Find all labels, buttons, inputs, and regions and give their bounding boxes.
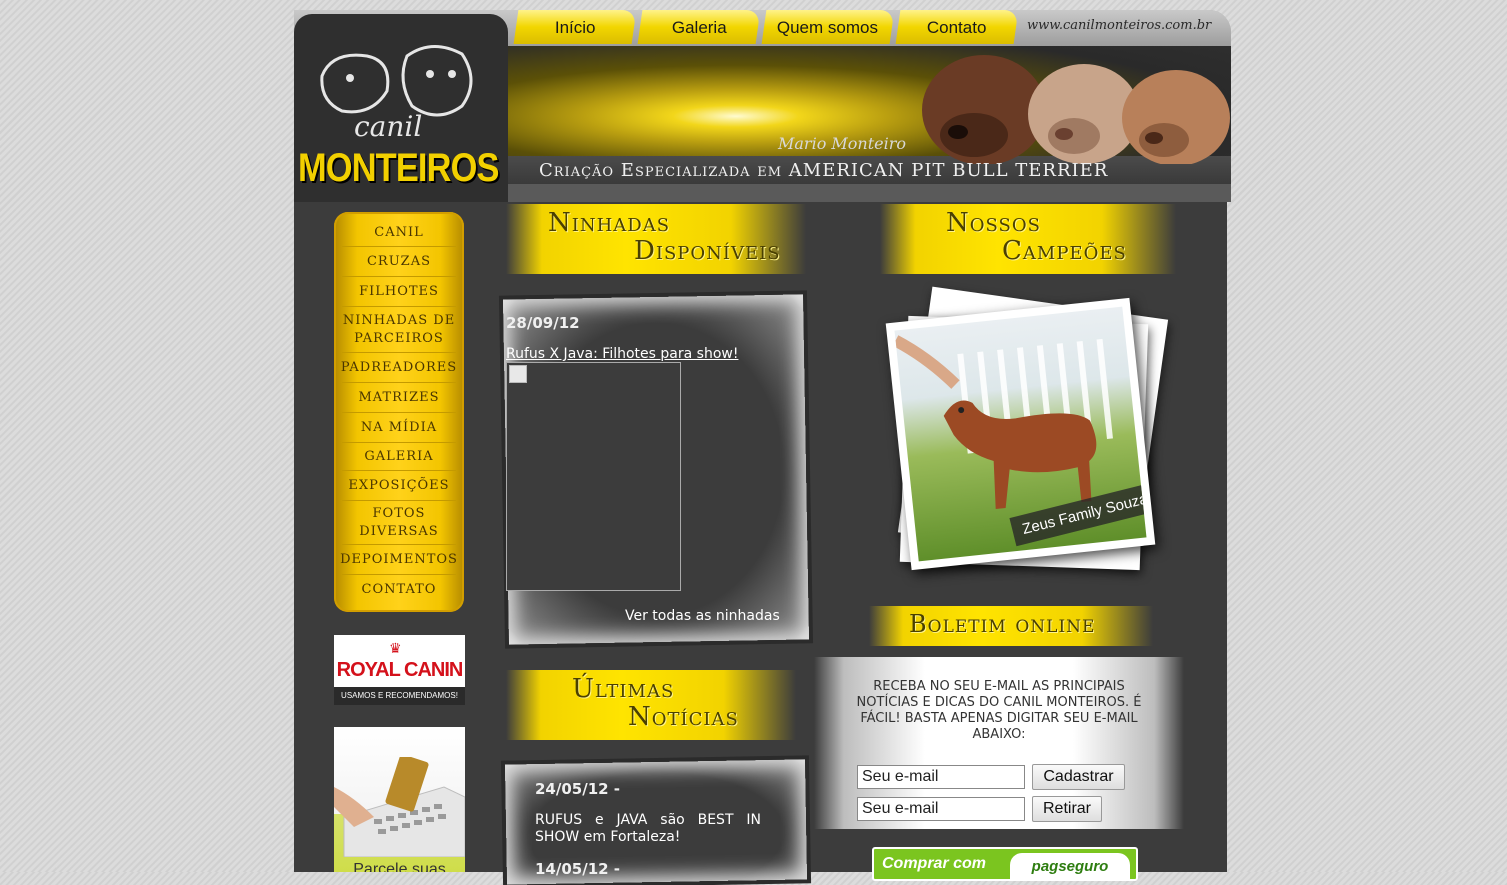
nav-tab-quem-somos[interactable]: Quem somos xyxy=(761,10,895,44)
noticias-heading-line1: Últimas xyxy=(572,674,675,704)
ninhadas-heading-line1: Ninhadas xyxy=(548,208,671,238)
sidebar-item-contato[interactable]: CONTATO xyxy=(342,576,456,604)
owner-signature: Mario Monteiro xyxy=(778,134,907,153)
royal-canin-tagline: USAMOS E RECOMENDAMOS! xyxy=(341,691,458,700)
laptop-card-icon xyxy=(334,757,465,857)
sidebar-menu: CANIL CRUZAS FILHOTES NINHADAS DE PARCEI… xyxy=(334,212,464,612)
ninhada-image[interactable] xyxy=(506,362,681,591)
unsubscribe-email-input[interactable]: Seu e-mail xyxy=(857,797,1025,821)
ninhada-title-link[interactable]: Rufus X Java: Filhotes para show! xyxy=(506,346,796,362)
sidebar-item-na-midia[interactable]: NA MÍDIA xyxy=(342,414,456,443)
subscribe-button[interactable]: Cadastrar xyxy=(1032,764,1125,790)
payment-ad-banner[interactable]: Parcele suas xyxy=(334,727,465,872)
noticias-heading-line2: Notícias xyxy=(628,702,739,732)
header-slogan: Criação Especializada em AMERICAN PIT BU… xyxy=(539,160,1109,181)
pagseguro-label: Comprar com xyxy=(882,855,987,872)
sidebar-item-matrizes[interactable]: MATRIZES xyxy=(342,384,456,413)
pagseguro-logo: pagseguro xyxy=(1010,853,1130,879)
site-url: www.canilmonteiros.com.br xyxy=(1027,18,1212,33)
site-logo[interactable]: canil MONTEIROS xyxy=(294,14,508,202)
header-bottom-strip xyxy=(469,184,1231,202)
boletim-heading: Boletim online xyxy=(869,606,1153,646)
sidebar-item-depoimentos[interactable]: DEPOIMENTOS xyxy=(340,546,457,575)
payment-ad-text: Parcele suas xyxy=(353,861,446,872)
sidebar-item-filhotes[interactable]: FILHOTES xyxy=(342,278,456,307)
pagseguro-button[interactable]: Comprar com pagseguro xyxy=(872,847,1138,881)
site-container: canil MONTEIROS Início Galeria Quem somo… xyxy=(294,10,1231,885)
sidebar-item-cruzas[interactable]: CRUZAS xyxy=(342,248,456,277)
champion-photo-inner: Zeus Family Souza xyxy=(894,306,1147,562)
sidebar-item-exposicoes[interactable]: EXPOSIÇÕES xyxy=(342,472,456,501)
boletim-heading-text: Boletim online xyxy=(909,610,1096,638)
ninhadas-heading: Ninhadas Disponíveis xyxy=(506,204,806,274)
newsletter-email-input[interactable]: Seu e-mail xyxy=(857,765,1025,789)
unsubscribe-button[interactable]: Retirar xyxy=(1032,796,1102,822)
campeoes-heading: Nossos Campeões xyxy=(880,204,1176,274)
royal-canin-banner[interactable]: ♛ ROYAL CANIN USAMOS E RECOMENDAMOS! xyxy=(334,635,465,705)
royal-canin-brand: ROYAL CANIN xyxy=(336,659,464,681)
header: canil MONTEIROS Início Galeria Quem somo… xyxy=(294,10,1231,202)
main-content: CANIL CRUZAS FILHOTES NINHADAS DE PARCEI… xyxy=(294,202,1227,885)
noticias-content: 24/05/12 - RUFUS e JAVA são BEST IN SHOW… xyxy=(535,780,761,878)
news-date: 14/05/12 - xyxy=(535,860,621,878)
campeoes-heading-line1: Nossos xyxy=(946,208,1041,238)
news-body[interactable]: RUFUS e JAVA são BEST IN SHOW em Fortale… xyxy=(535,812,761,846)
logo-monteiros-text: MONTEIROS xyxy=(298,146,499,190)
sidebar-item-canil[interactable]: CANIL xyxy=(342,220,456,247)
see-all-litters-link[interactable]: Ver todas as ninhadas xyxy=(625,608,780,624)
ninhada-date: 28/09/12 xyxy=(506,314,580,332)
ninhadas-content: 28/09/12 Rufus X Java: Filhotes para sho… xyxy=(506,314,796,591)
sidebar-item-fotos-diversas[interactable]: FOTOS DIVERSAS xyxy=(342,502,456,545)
logo-canil-text: canil xyxy=(354,110,423,143)
news-date: 24/05/12 - xyxy=(535,780,621,798)
nav-tab-contato[interactable]: Contato xyxy=(895,10,1019,44)
nav-tab-inicio[interactable]: Início xyxy=(513,10,637,44)
nav-tab-galeria[interactable]: Galeria xyxy=(637,10,761,44)
champion-photo[interactable]: Zeus Family Souza xyxy=(885,297,1156,571)
newsletter-description: RECEBA NO SEU E-MAIL AS PRINCIPAIS NOTÍC… xyxy=(856,679,1142,742)
noticias-heading: Últimas Notícias xyxy=(506,670,796,740)
pitbull-heads-image xyxy=(922,55,1230,164)
crown-icon: ♛ xyxy=(389,641,402,657)
campeoes-heading-line2: Campeões xyxy=(1002,236,1127,266)
ninhadas-heading-line2: Disponíveis xyxy=(634,236,781,266)
sidebar-item-ninhadas-parceiros[interactable]: NINHADAS DE PARCEIROS xyxy=(342,308,456,353)
sidebar-item-padreadores[interactable]: PADREADORES xyxy=(341,354,456,383)
sidebar-item-galeria[interactable]: GALERIA xyxy=(342,444,456,471)
